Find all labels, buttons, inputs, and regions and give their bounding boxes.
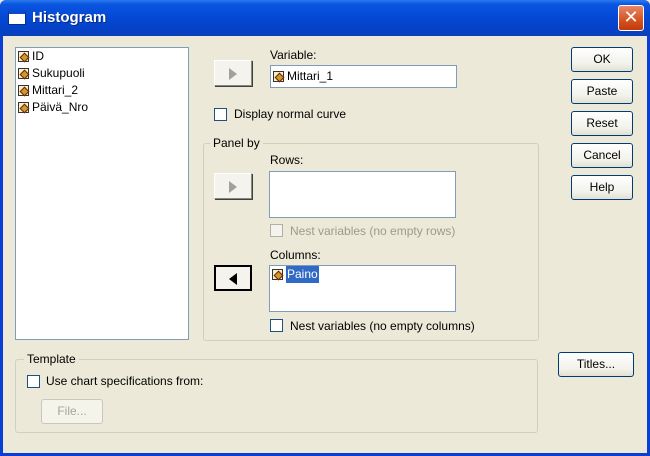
nest-rows-label: Nest variables (no empty rows) bbox=[290, 224, 456, 238]
list-item-label: Päivä_Nro bbox=[32, 100, 89, 114]
use-chart-spec-checkbox[interactable] bbox=[27, 375, 40, 388]
scale-variable-icon bbox=[18, 68, 29, 79]
columns-label: Columns: bbox=[270, 248, 321, 262]
list-item[interactable]: Mittari_2 bbox=[16, 82, 188, 99]
template-title: Template bbox=[24, 352, 79, 366]
scale-variable-icon bbox=[273, 71, 284, 82]
close-button[interactable]: ✕ bbox=[618, 5, 644, 31]
list-item-label: Mittari_2 bbox=[32, 83, 79, 97]
dialog-body: ID Sukupuoli Mittari_2 Päivä_Nro Variabl… bbox=[3, 36, 647, 453]
arrow-right-icon bbox=[229, 68, 237, 80]
title-bar[interactable]: Histogram ✕ bbox=[0, 0, 650, 36]
file-button[interactable]: File... bbox=[41, 399, 103, 424]
arrow-right-icon bbox=[229, 181, 237, 193]
variable-value: Mittari_1 bbox=[287, 69, 334, 83]
paste-button[interactable]: Paste bbox=[571, 79, 633, 104]
cancel-button[interactable]: Cancel bbox=[571, 143, 633, 168]
arrow-left-icon bbox=[229, 273, 237, 285]
list-item[interactable]: Sukupuoli bbox=[16, 65, 188, 82]
columns-selected-item: Paino bbox=[286, 266, 319, 283]
source-variable-list[interactable]: ID Sukupuoli Mittari_2 Päivä_Nro bbox=[15, 47, 189, 340]
scale-variable-icon bbox=[18, 102, 29, 113]
nest-columns-checkbox[interactable] bbox=[270, 319, 283, 332]
panel-by-title: Panel by bbox=[210, 136, 263, 150]
move-to-rows-button[interactable] bbox=[214, 173, 252, 199]
ok-button[interactable]: OK bbox=[571, 47, 633, 72]
rows-list[interactable] bbox=[269, 171, 456, 218]
help-button[interactable]: Help bbox=[571, 175, 633, 200]
list-item-label: Sukupuoli bbox=[32, 66, 85, 80]
move-from-columns-button[interactable] bbox=[214, 265, 252, 291]
normal-curve-checkbox[interactable] bbox=[214, 108, 227, 121]
variable-field[interactable]: Mittari_1 bbox=[270, 65, 457, 88]
window-title: Histogram bbox=[32, 9, 107, 26]
use-chart-spec-label: Use chart specifications from: bbox=[46, 374, 204, 388]
list-item-label: ID bbox=[32, 49, 44, 63]
histogram-dialog: Histogram ✕ ID Sukupuoli Mittari_2 Päivä… bbox=[0, 0, 650, 456]
variable-entry[interactable]: Mittari_1 bbox=[271, 66, 456, 87]
scale-variable-icon bbox=[18, 85, 29, 96]
columns-list[interactable]: Paino bbox=[269, 265, 456, 312]
rows-label: Rows: bbox=[270, 153, 304, 167]
titles-button[interactable]: Titles... bbox=[558, 352, 634, 377]
close-icon: ✕ bbox=[623, 7, 639, 27]
nest-columns-label: Nest variables (no empty columns) bbox=[290, 319, 475, 333]
window-icon bbox=[8, 10, 26, 25]
normal-curve-label: Display normal curve bbox=[234, 107, 347, 121]
list-item[interactable]: ID bbox=[16, 48, 188, 65]
move-to-variable-button[interactable] bbox=[214, 60, 252, 86]
reset-button[interactable]: Reset bbox=[571, 111, 633, 136]
nest-rows-checkbox[interactable] bbox=[270, 224, 283, 237]
scale-variable-icon bbox=[272, 269, 283, 280]
scale-variable-icon bbox=[18, 51, 29, 62]
list-item[interactable]: Paino bbox=[270, 266, 455, 283]
list-item[interactable]: Päivä_Nro bbox=[16, 99, 188, 116]
variable-label: Variable: bbox=[270, 48, 317, 62]
